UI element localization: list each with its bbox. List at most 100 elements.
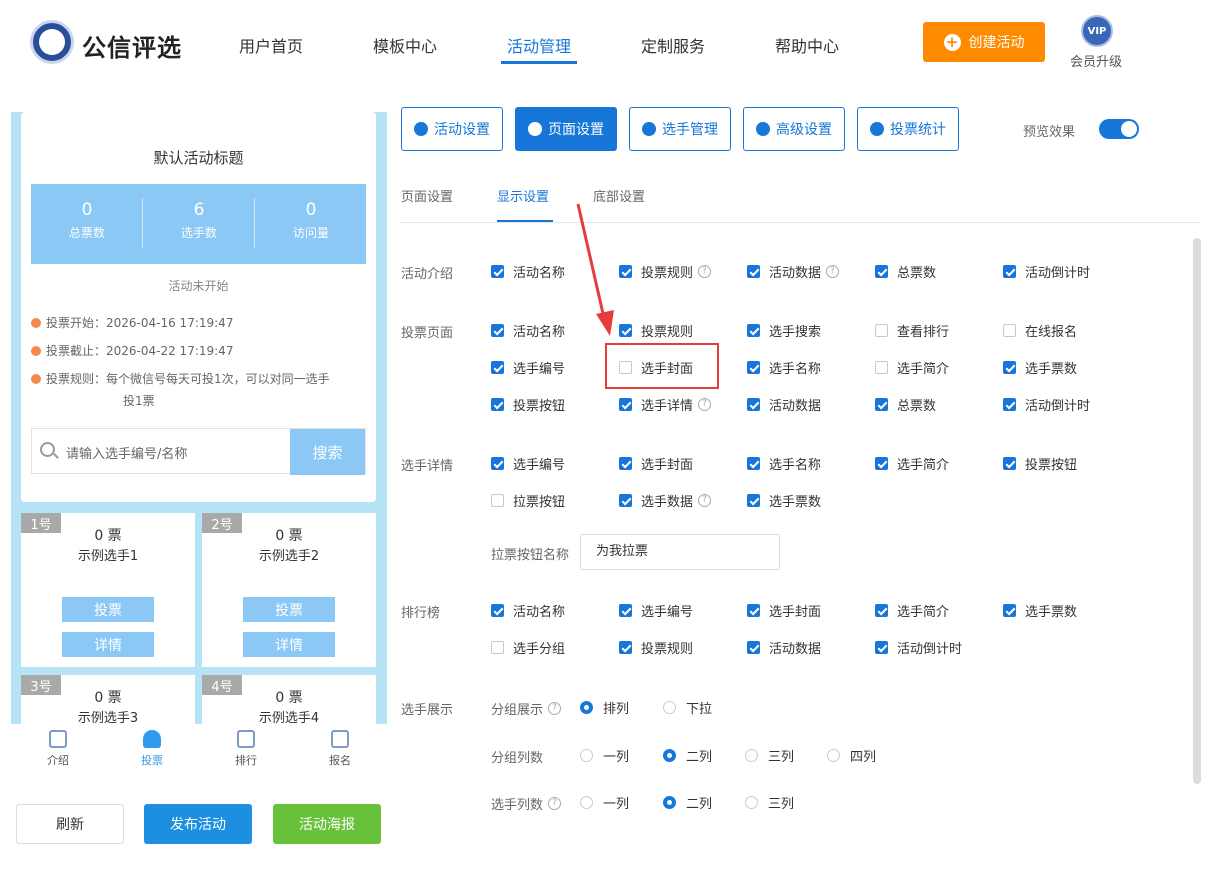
radio-unselected[interactable] — [745, 796, 758, 809]
checkbox-checked[interactable] — [619, 457, 632, 470]
tab-activity-settings[interactable]: 活动设置 — [401, 107, 503, 151]
checkbox-checked[interactable] — [747, 398, 760, 411]
help-icon[interactable]: ? — [548, 797, 562, 810]
tab-vote[interactable]: 投票 — [105, 724, 199, 774]
player-card[interactable]: 1号 0 票 示例选手1 投票 详情 — [21, 513, 195, 667]
detail-button[interactable]: 详情 — [243, 632, 335, 657]
subtab-display-settings[interactable]: 显示设置 — [497, 186, 549, 205]
checkbox-checked[interactable] — [619, 604, 632, 617]
checkbox-item[interactable]: 投票规则? — [619, 262, 712, 281]
help-icon[interactable]: ? — [698, 398, 712, 411]
checkbox-item[interactable]: 选手编号 — [491, 358, 565, 377]
checkbox-checked[interactable] — [747, 604, 760, 617]
checkbox-item[interactable]: 选手编号 — [619, 601, 693, 620]
checkbox-checked[interactable] — [619, 641, 632, 654]
checkbox-checked[interactable] — [619, 494, 632, 507]
radio-option[interactable]: 三列 — [745, 746, 794, 765]
player-card[interactable]: 4号 0 票 示例选手4 — [202, 675, 376, 724]
checkbox-checked[interactable] — [619, 324, 632, 337]
checkbox-item[interactable]: 活动倒计时 — [875, 638, 962, 657]
checkbox-checked[interactable] — [1003, 457, 1016, 470]
checkbox-checked[interactable] — [1003, 265, 1016, 278]
checkbox-checked[interactable] — [747, 457, 760, 470]
checkbox-item[interactable]: 活动数据 — [747, 395, 821, 414]
checkbox-unchecked[interactable] — [491, 641, 504, 654]
checkbox-checked[interactable] — [747, 494, 760, 507]
checkbox-item[interactable]: 总票数 — [875, 395, 936, 414]
tab-ranking[interactable]: 排行 — [199, 724, 293, 774]
radio-unselected[interactable] — [663, 701, 676, 714]
radio-option[interactable]: 排列 — [580, 698, 629, 717]
vip-upgrade-link[interactable]: 会员升级 — [1070, 51, 1122, 70]
checkbox-item[interactable]: 选手封面 — [619, 454, 693, 473]
checkbox-item[interactable]: 在线报名 — [1003, 321, 1077, 340]
canvass-button-name-input[interactable]: 为我拉票 — [580, 534, 780, 570]
radio-option[interactable]: 一列 — [580, 746, 629, 765]
tab-player-management[interactable]: 选手管理 — [629, 107, 731, 151]
checkbox-checked[interactable] — [491, 324, 504, 337]
checkbox-item[interactable]: 选手简介 — [875, 601, 949, 620]
checkbox-item[interactable]: 活动名称 — [491, 262, 565, 281]
vote-button[interactable]: 投票 — [243, 597, 335, 622]
radio-selected[interactable] — [663, 749, 676, 762]
checkbox-item[interactable]: 活动数据 — [747, 638, 821, 657]
nav-user-home[interactable]: 用户首页 — [239, 33, 303, 57]
vip-icon[interactable]: VIP — [1081, 15, 1113, 47]
radio-unselected[interactable] — [580, 749, 593, 762]
checkbox-checked[interactable] — [875, 641, 888, 654]
checkbox-item[interactable]: 投票规则 — [619, 321, 693, 340]
checkbox-checked[interactable] — [747, 265, 760, 278]
checkbox-checked[interactable] — [619, 398, 632, 411]
radio-option[interactable]: 二列 — [663, 793, 712, 812]
nav-help-center[interactable]: 帮助中心 — [775, 33, 839, 57]
checkbox-item[interactable]: 选手分组 — [491, 638, 565, 657]
checkbox-item[interactable]: 投票按钮 — [491, 395, 565, 414]
radio-option[interactable]: 一列 — [580, 793, 629, 812]
help-icon[interactable]: ? — [826, 265, 840, 278]
radio-option[interactable]: 四列 — [827, 746, 876, 765]
radio-selected[interactable] — [663, 796, 676, 809]
vote-button[interactable]: 投票 — [62, 597, 154, 622]
checkbox-item[interactable]: 选手编号 — [491, 454, 565, 473]
radio-unselected[interactable] — [827, 749, 840, 762]
checkbox-checked[interactable] — [875, 457, 888, 470]
refresh-button[interactable]: 刷新 — [16, 804, 124, 844]
checkbox-checked[interactable] — [491, 604, 504, 617]
checkbox-checked[interactable] — [491, 398, 504, 411]
tab-advanced-settings[interactable]: 高级设置 — [743, 107, 845, 151]
radio-unselected[interactable] — [745, 749, 758, 762]
checkbox-item[interactable]: 拉票按钮 — [491, 491, 565, 510]
checkbox-checked[interactable] — [1003, 604, 1016, 617]
publish-button[interactable]: 发布活动 — [144, 804, 252, 844]
checkbox-item[interactable]: 选手名称 — [747, 454, 821, 473]
search-button[interactable]: 搜索 — [290, 429, 365, 475]
checkbox-item[interactable]: 选手名称 — [747, 358, 821, 377]
checkbox-unchecked[interactable] — [875, 361, 888, 374]
nav-activity-management[interactable]: 活动管理 — [507, 33, 571, 57]
checkbox-checked[interactable] — [491, 265, 504, 278]
checkbox-item[interactable]: 投票规则 — [619, 638, 693, 657]
checkbox-item[interactable]: 活动数据? — [747, 262, 840, 281]
tab-page-settings[interactable]: 页面设置 — [515, 107, 617, 151]
checkbox-item[interactable]: 活动倒计时 — [1003, 262, 1090, 281]
checkbox-checked[interactable] — [875, 604, 888, 617]
checkbox-item[interactable]: 选手票数 — [1003, 601, 1077, 620]
checkbox-unchecked[interactable] — [1003, 324, 1016, 337]
help-icon[interactable]: ? — [548, 702, 562, 715]
checkbox-item[interactable]: 选手票数 — [747, 491, 821, 510]
player-search-box[interactable]: 请输入选手编号/名称 搜索 — [31, 428, 366, 475]
checkbox-checked[interactable] — [747, 641, 760, 654]
radio-option[interactable]: 三列 — [745, 793, 794, 812]
checkbox-unchecked[interactable] — [875, 324, 888, 337]
radio-unselected[interactable] — [580, 796, 593, 809]
checkbox-unchecked[interactable] — [491, 494, 504, 507]
logo-text[interactable]: 公信评选 — [82, 28, 182, 63]
tab-signup[interactable]: 报名 — [293, 724, 387, 774]
checkbox-item[interactable]: 投票按钮 — [1003, 454, 1077, 473]
subtab-page-settings[interactable]: 页面设置 — [401, 186, 453, 205]
checkbox-checked[interactable] — [491, 457, 504, 470]
checkbox-checked[interactable] — [1003, 361, 1016, 374]
checkbox-item[interactable]: 活动名称 — [491, 601, 565, 620]
poster-button[interactable]: 活动海报 — [273, 804, 381, 844]
radio-option[interactable]: 下拉 — [663, 698, 712, 717]
